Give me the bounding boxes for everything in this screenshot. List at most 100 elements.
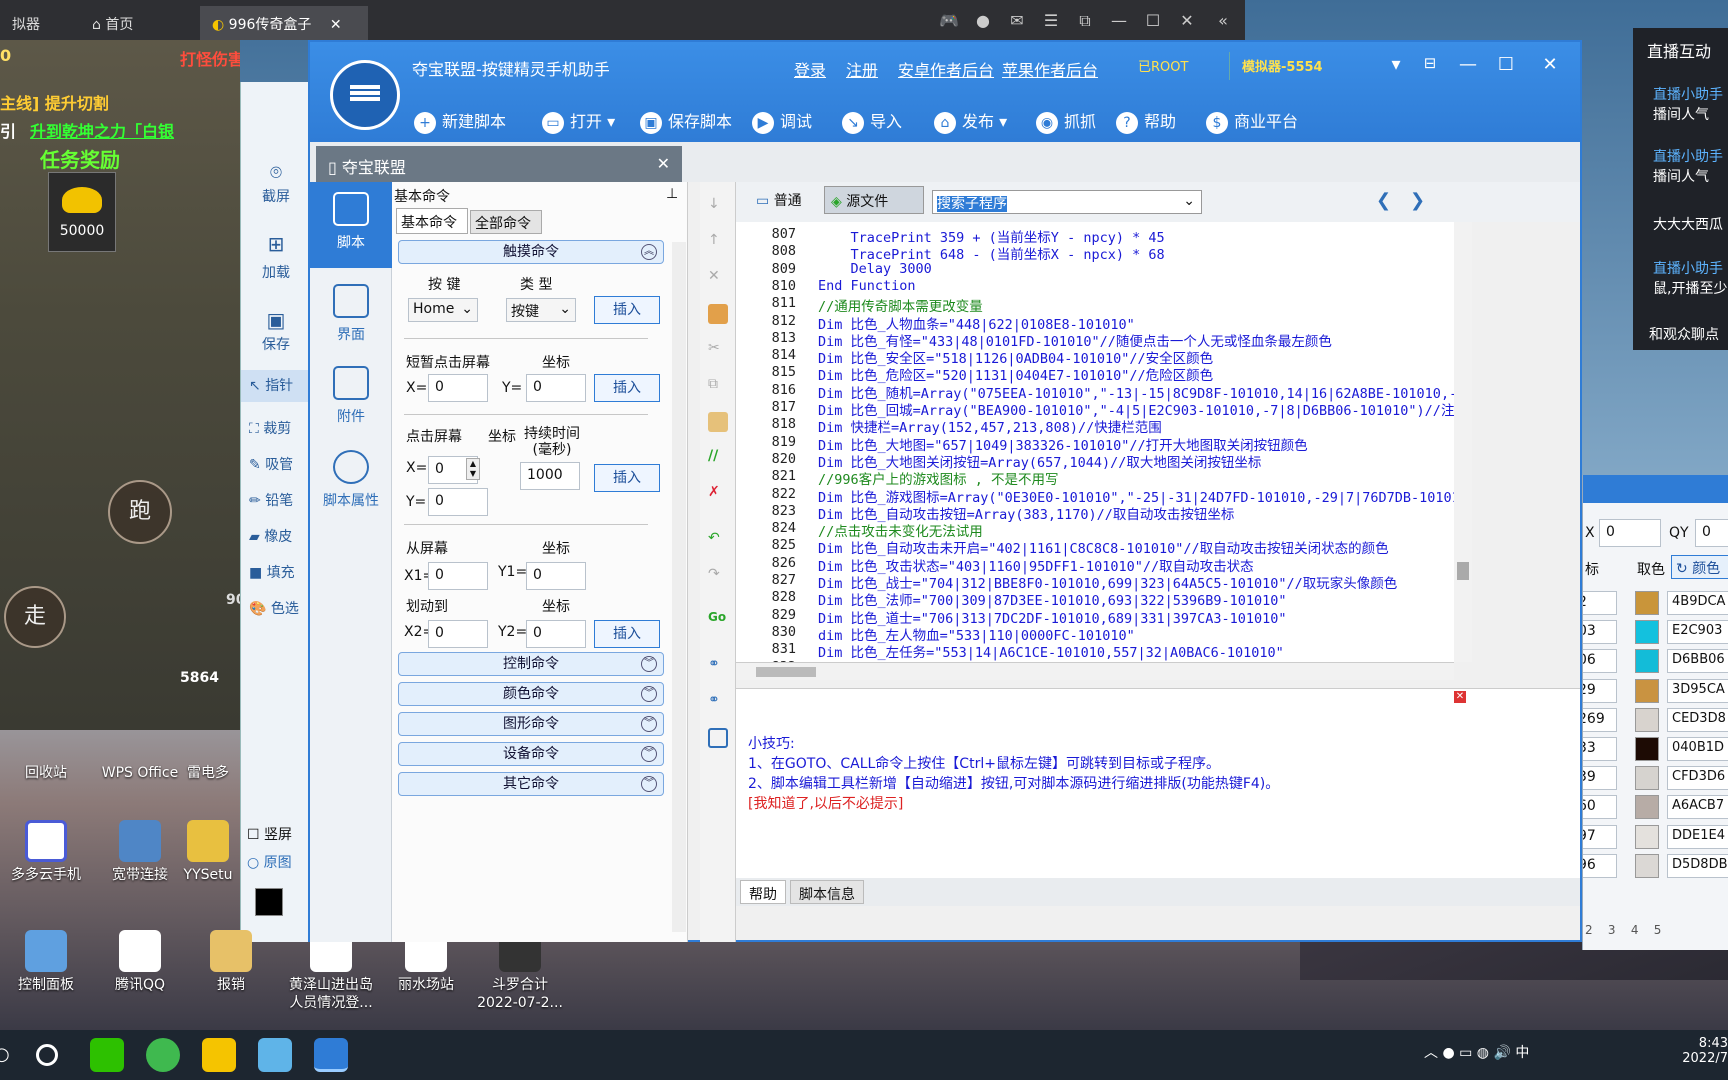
qx-input[interactable]: 0 <box>1599 519 1661 547</box>
color-row-hex[interactable]: D6BB06 <box>1667 649 1728 674</box>
cortana-icon[interactable] <box>36 1044 58 1066</box>
nav-interface[interactable]: 界面 <box>310 278 392 358</box>
tap-x-input[interactable]: 0 <box>428 374 488 402</box>
nav-forward-icon[interactable]: ❯ <box>1410 190 1425 211</box>
vertical-checkbox[interactable]: ☐ 竖屏 <box>241 824 311 844</box>
command-scrollbar[interactable] <box>672 242 686 932</box>
close-icon[interactable]: ✕ <box>1536 54 1564 75</box>
nav-back-icon[interactable]: ❮ <box>1376 190 1391 211</box>
quest-link[interactable]: 升到乾坤之力「白银 <box>30 118 174 142</box>
page-number[interactable]: 2 <box>1585 923 1593 937</box>
menu-icon[interactable]: ☰ <box>1040 10 1062 32</box>
device-dropdown-icon[interactable]: ▾ <box>1382 54 1410 75</box>
maximize-icon[interactable]: ☐ <box>1492 54 1520 75</box>
ime-indicator[interactable]: 中 <box>1515 1045 1529 1061</box>
quest-line[interactable]: 主线] 提升切割 <box>0 90 109 114</box>
color-row-coord[interactable]: 03 <box>1583 620 1617 645</box>
original-radio[interactable]: ○ 原图 <box>241 852 311 872</box>
wechat-icon[interactable] <box>90 1038 124 1072</box>
spinner-icon[interactable]: ▲ ▼ <box>466 458 480 480</box>
minimize-icon[interactable]: — <box>1454 54 1482 75</box>
new-script-button[interactable]: + 新建脚本 <box>414 108 506 134</box>
color-row-coord[interactable]: 60 <box>1583 795 1617 820</box>
color-row-hex[interactable]: 4B9DCA <box>1667 591 1728 615</box>
color-row-hex[interactable]: A6ACB7 <box>1667 795 1728 820</box>
x1-input[interactable]: 0 <box>428 562 488 590</box>
desktop-icon-qq[interactable]: 腾讯QQ <box>90 930 190 994</box>
game-box-icon[interactable] <box>202 1038 236 1072</box>
open-button[interactable]: ▭ 打开 ▾ <box>542 108 615 134</box>
add-icon[interactable]: ⊞ <box>241 232 311 256</box>
color-row-coord[interactable]: 97 <box>1583 824 1617 849</box>
indent-icon[interactable] <box>708 728 728 748</box>
x2-input[interactable]: 0 <box>428 620 488 648</box>
nav-attachment[interactable]: 附件 <box>310 360 392 440</box>
browser-icon[interactable] <box>146 1038 180 1072</box>
color-row-coord[interactable]: 29 <box>1583 678 1617 703</box>
section-graphic-commands[interactable]: 图形命令 ︾ <box>398 712 664 736</box>
import-button[interactable]: ↘ 导入 <box>842 108 902 134</box>
y1-input[interactable]: 0 <box>526 562 586 590</box>
color-row-coord[interactable]: 96 <box>1583 853 1617 878</box>
section-color-commands[interactable]: 颜色命令 ︾ <box>398 682 664 706</box>
undo-icon[interactable]: ↶ <box>708 530 728 550</box>
color-button[interactable]: ↻ 颜色 <box>1671 555 1728 579</box>
qy-input[interactable]: 0 <box>1695 519 1728 547</box>
mail-icon[interactable]: ✉ <box>1006 10 1028 32</box>
subroutine-search[interactable]: 搜索子程序 ⌄ <box>932 190 1202 214</box>
live-app-icon[interactable] <box>258 1038 292 1072</box>
tool-pencil[interactable]: ✏ 铅笔 <box>241 490 311 510</box>
clock[interactable]: 8:43 2022/7 <box>1672 1036 1728 1066</box>
collapse-icon[interactable]: « <box>1212 10 1234 32</box>
save-script-button[interactable]: ▣ 保存脚本 <box>640 108 732 134</box>
android-backend-link[interactable]: 安卓作者后台 <box>898 57 994 81</box>
login-link[interactable]: 登录 <box>794 57 826 81</box>
tool-color-select[interactable]: 🎨 色选 <box>241 598 311 618</box>
delete-icon[interactable]: ✕ <box>708 268 728 288</box>
insert-swipe-button[interactable]: 插入 <box>594 620 660 648</box>
cut-icon[interactable]: ✂ <box>708 340 728 360</box>
save-icon[interactable]: ▣ <box>241 308 311 332</box>
close-icon[interactable]: ✕ <box>1454 691 1466 703</box>
tab-game[interactable]: ◐ 996传奇盒子 ✕ <box>200 6 368 40</box>
camera-icon[interactable]: ⌾ <box>241 160 311 184</box>
close-icon[interactable]: ✕ <box>330 17 342 33</box>
game-view[interactable]: 0 打怪伤害: 685 主线] 提升切割 引 升到乾坤之力「白银 任务奖励 50… <box>0 40 240 730</box>
code-line[interactable]: End Function <box>818 278 916 294</box>
nav-script[interactable]: 脚本 <box>310 182 392 268</box>
arrow-up-icon[interactable]: ↑ <box>708 232 728 252</box>
redo-icon[interactable]: ↷ <box>708 566 728 586</box>
tool-screenshot[interactable]: 截屏 <box>241 186 311 206</box>
color-row-hex[interactable]: DDE1E4 <box>1667 824 1728 849</box>
tool-load[interactable]: 加载 <box>241 262 311 282</box>
reward-slot[interactable]: 50000 <box>48 172 116 252</box>
desktop-icon-doc1[interactable]: 黄泽山进出岛 人员情况登... <box>276 930 386 1012</box>
tap-y-input[interactable]: 0 <box>526 374 586 402</box>
page-number[interactable]: 5 <box>1654 923 1662 937</box>
user-icon[interactable]: ● <box>972 10 994 32</box>
section-device-commands[interactable]: 设备命令 ︾ <box>398 742 664 766</box>
gamepad-icon[interactable]: 🎮 <box>938 10 960 32</box>
mode-source-button[interactable]: ◈ 源文件 <box>824 186 924 214</box>
color-row-hex[interactable]: CED3D8 <box>1667 707 1728 732</box>
insert-press-button[interactable]: 插入 <box>594 464 660 492</box>
maximize-icon[interactable]: ☐ <box>1142 10 1164 32</box>
section-touch-commands[interactable]: 触摸命令 ︽ <box>398 240 664 264</box>
insert-tap-button[interactable]: 插入 <box>594 374 660 402</box>
color-row-hex[interactable]: E2C903 <box>1667 620 1728 645</box>
code-line[interactable]: Delay 3000 <box>818 261 932 277</box>
key-select[interactable]: Home ⌄ <box>408 298 478 322</box>
walk-button[interactable]: 走 <box>4 586 66 648</box>
color-swatch[interactable] <box>255 888 283 916</box>
desktop-icon-recycle[interactable]: 回收站 <box>0 764 96 782</box>
tool-crop[interactable]: ⛶ 裁剪 <box>241 418 311 438</box>
tool-fill[interactable]: ■ 填充 <box>241 562 311 582</box>
system-tray[interactable]: ︿ ● ▭ ◍ 🔊 中 <box>1424 1042 1529 1062</box>
comment-icon[interactable]: // <box>708 448 728 468</box>
desktop-icon-duoduo[interactable]: 多多云手机 <box>0 820 96 884</box>
nav-script-properties[interactable]: 脚本属性 <box>310 444 392 524</box>
ios-backend-link[interactable]: 苹果作者后台 <box>1002 57 1098 81</box>
close-icon[interactable]: ✕ <box>1176 10 1198 32</box>
popout-icon[interactable]: ⧉ <box>1074 10 1096 32</box>
section-other-commands[interactable]: 其它命令 ︾ <box>398 772 664 796</box>
